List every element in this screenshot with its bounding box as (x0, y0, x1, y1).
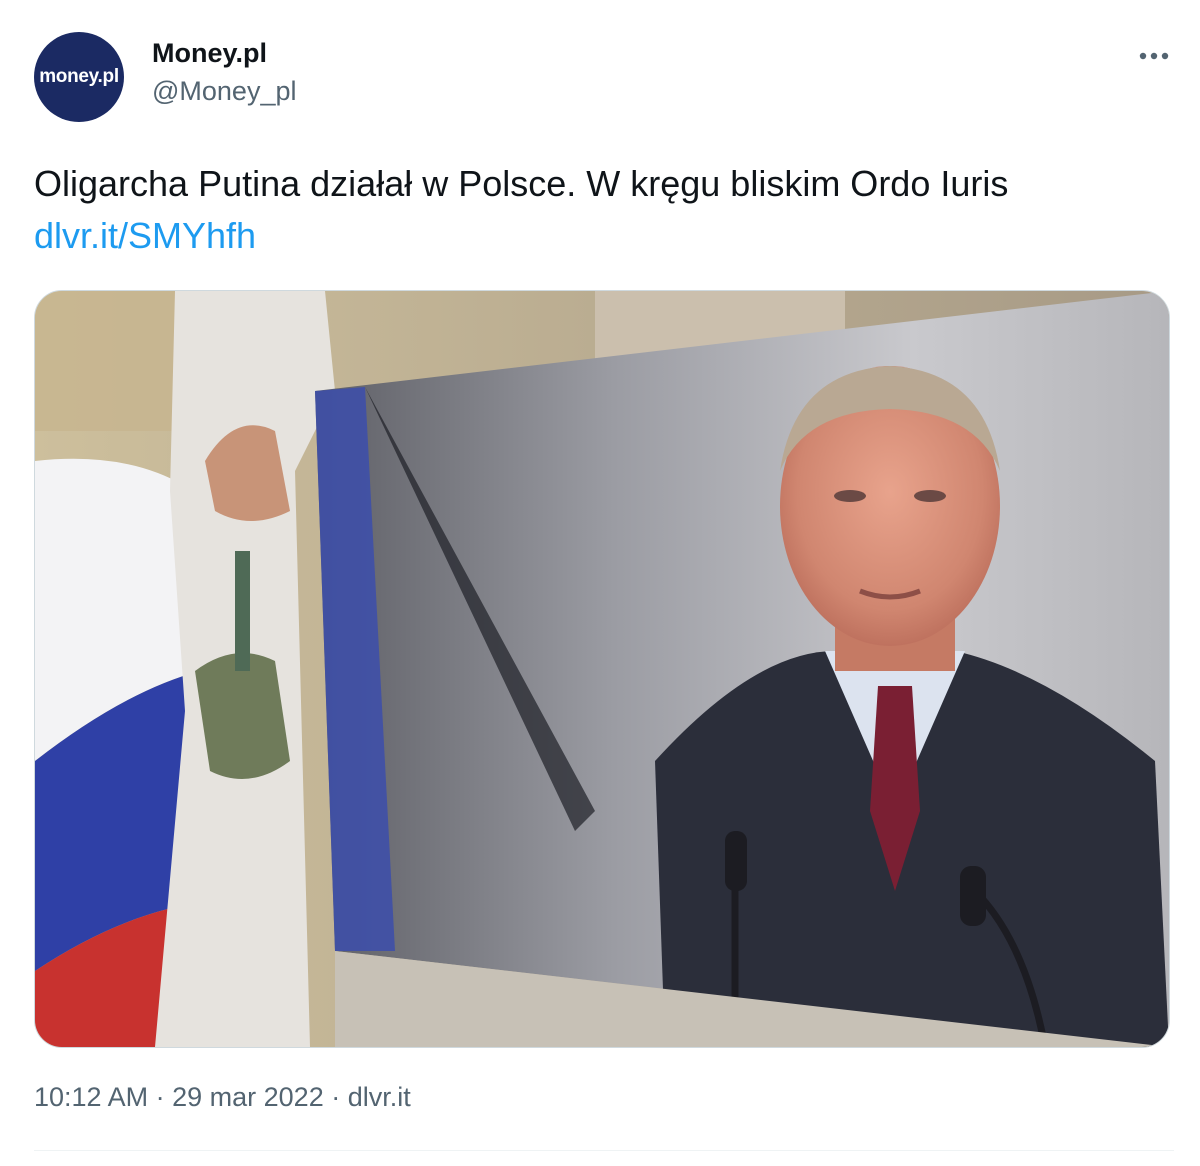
tweet-date[interactable]: 29 mar 2022 (172, 1082, 324, 1112)
photo-illustration (35, 291, 1169, 1047)
author-name[interactable]: Money.pl (152, 38, 267, 69)
author-handle[interactable]: @Money_pl (152, 76, 296, 107)
tweet-header: money.pl Money.pl @Money_pl (34, 32, 1174, 122)
tweet-meta: 10:12 AM · 29 mar 2022 · dlvr.it (34, 1082, 411, 1113)
divider (34, 1150, 1174, 1151)
separator: · (331, 1082, 341, 1112)
more-horizontal-icon (1139, 52, 1169, 60)
more-options-button[interactable] (1134, 36, 1174, 76)
separator: · (155, 1082, 165, 1112)
tweet-body: Oligarcha Putina działał w Polsce. W krę… (34, 163, 1009, 204)
avatar-logo: money.pl (39, 66, 119, 87)
tweet-image[interactable] (34, 290, 1170, 1048)
tweet-time[interactable]: 10:12 AM (34, 1082, 148, 1112)
tweet-source: dlvr.it (347, 1082, 411, 1112)
tweet-text: Oligarcha Putina działał w Polsce. W krę… (34, 158, 1174, 262)
tweet-link[interactable]: dlvr.it/SMYhfh (34, 215, 256, 256)
avatar[interactable]: money.pl (34, 32, 124, 122)
